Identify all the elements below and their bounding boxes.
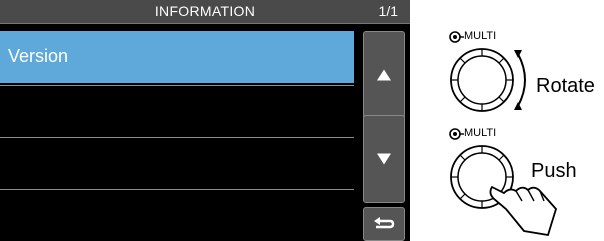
menu-item-label: Version [8, 46, 69, 66]
triangle-down-icon [377, 153, 391, 165]
radio-screen: INFORMATION 1/1 Version [0, 0, 410, 241]
scroll-down-button[interactable] [363, 115, 405, 203]
dial-label: MULTI [464, 127, 497, 139]
rotate-dial-icon [450, 48, 526, 112]
screen-title: INFORMATION [154, 3, 256, 19]
push-instruction: Push [531, 160, 577, 182]
triangle-up-icon [377, 69, 391, 81]
rotate-instruction: Rotate [536, 75, 595, 97]
dial-label: MULTI [464, 30, 497, 42]
menu-list: Version [0, 31, 354, 241]
push-dial-icon [450, 145, 558, 237]
title-bar: INFORMATION 1/1 [0, 0, 410, 24]
return-arrow-icon [374, 217, 395, 229]
page-indicator: 1/1 [378, 3, 398, 19]
back-button[interactable] [363, 207, 405, 241]
menu-item-empty[interactable] [0, 137, 354, 189]
menu-item-version[interactable]: Version [0, 31, 354, 83]
menu-item-empty[interactable] [0, 189, 354, 241]
scroll-up-button[interactable] [363, 31, 405, 119]
menu-item-empty[interactable] [0, 85, 354, 137]
